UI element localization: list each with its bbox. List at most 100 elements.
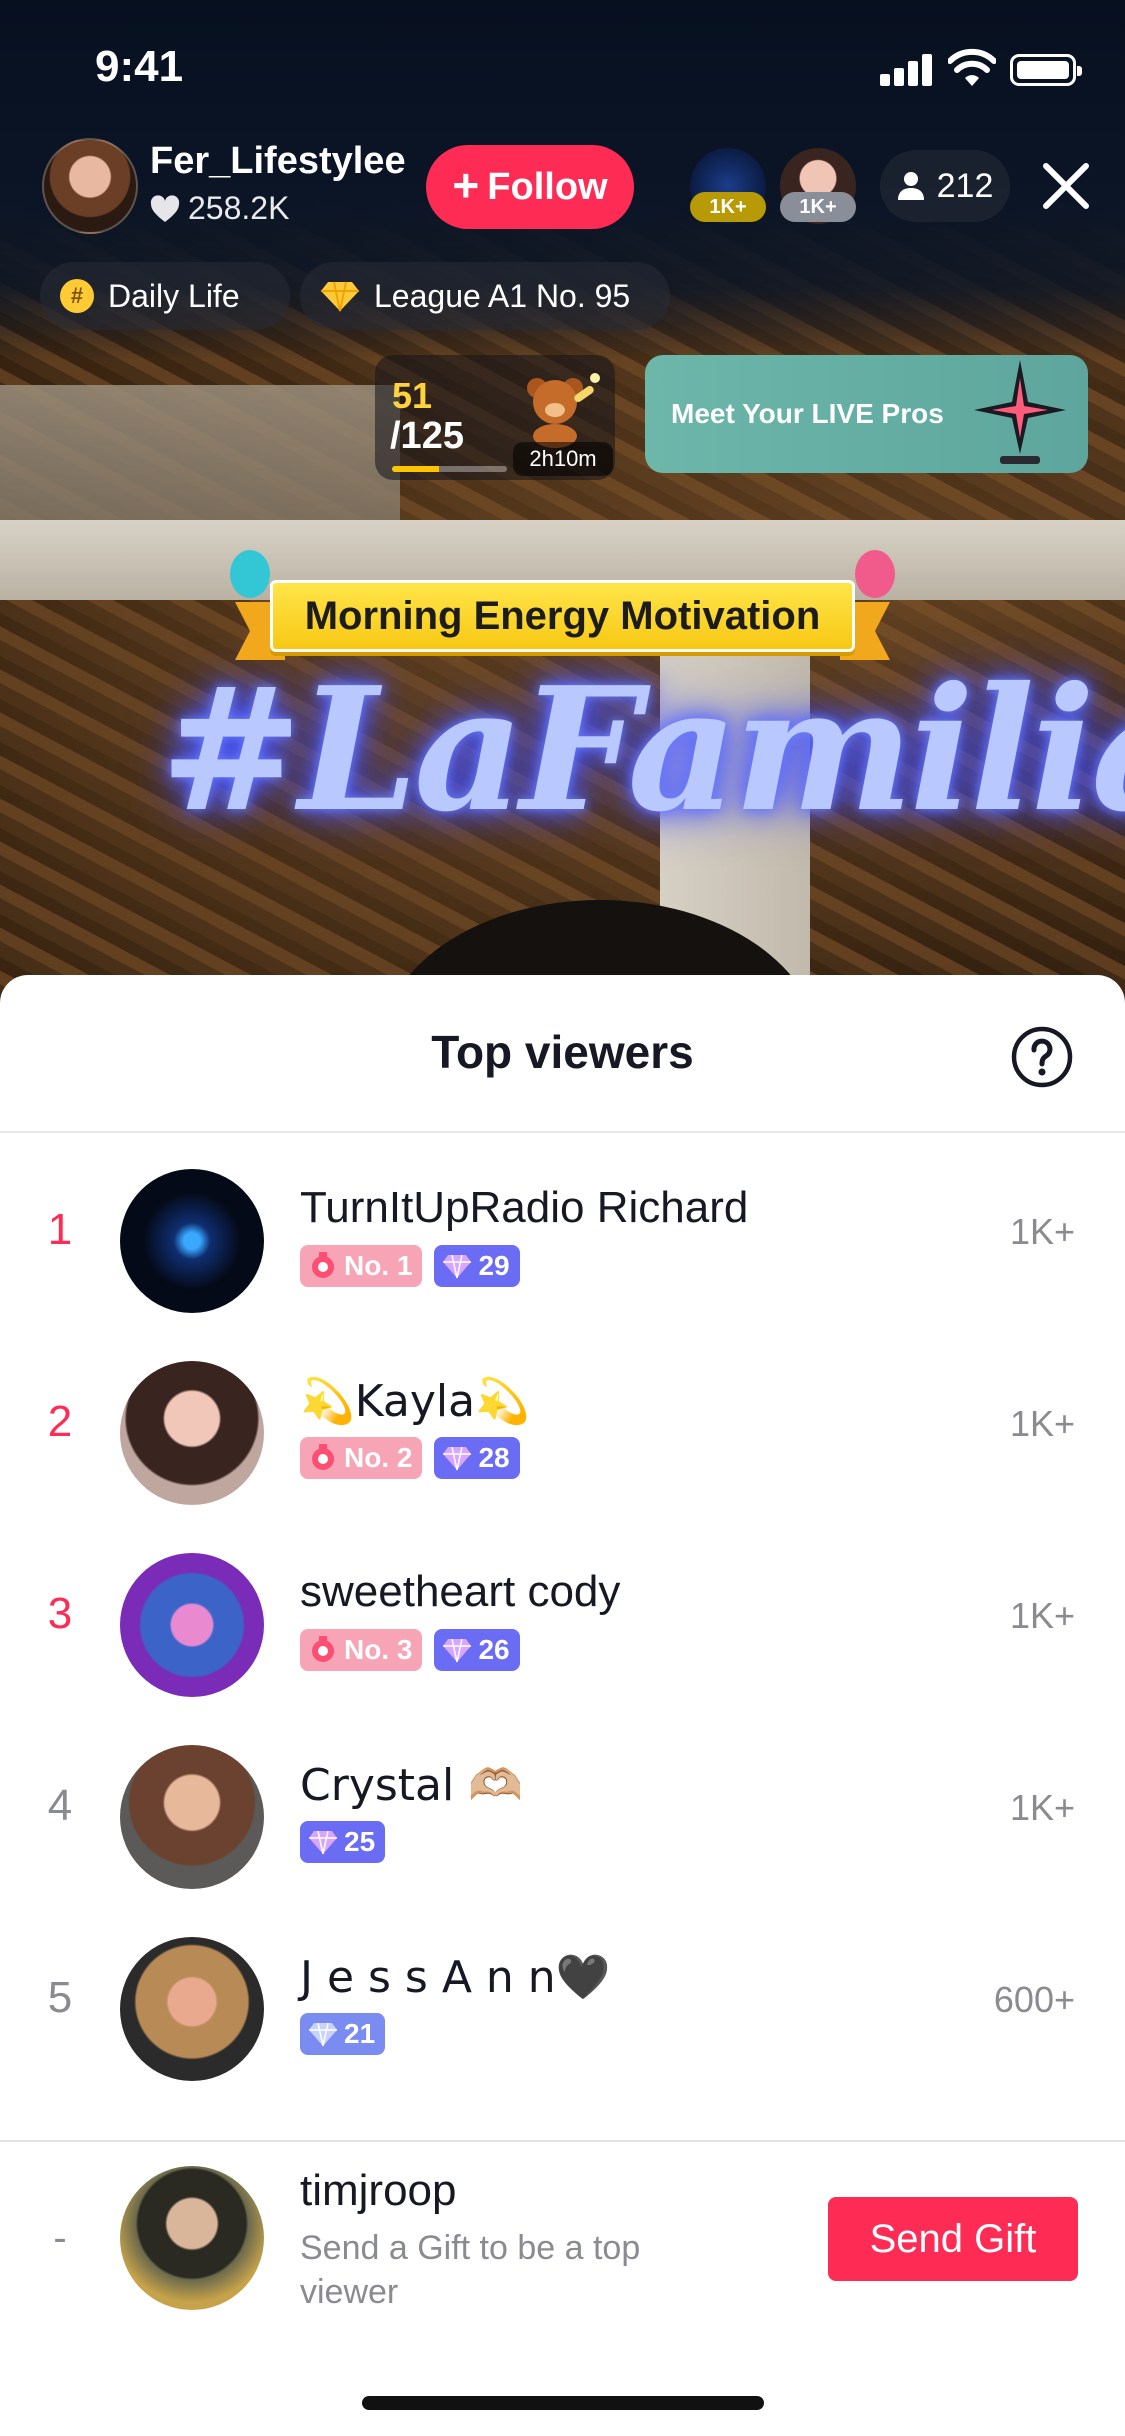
diamond-icon — [321, 281, 359, 312]
level-label: 25 — [344, 1826, 376, 1857]
viewer-name: sweetheart cody — [300, 1567, 621, 1616]
host-likes-count: 258.2K — [188, 190, 290, 226]
heart-icon — [150, 194, 180, 222]
viewer-gift-amount: 1K+ — [1009, 1595, 1075, 1636]
host-avatar[interactable] — [42, 138, 138, 234]
viewer-avatar[interactable] — [120, 1937, 264, 2081]
level-badge: 21 — [300, 2013, 386, 2055]
viewer-rank: 1 — [47, 1205, 73, 1254]
stream-title: Morning Energy Motivation — [270, 580, 855, 652]
top-gifter-badge-1: 1K+ — [690, 192, 766, 222]
goal-current: 51 — [392, 375, 433, 416]
viewer-row[interactable]: 4 Crystal 🫶🏼 25 1K+ — [0, 1721, 1125, 1913]
viewer-row[interactable]: 5 J e s s A n n🖤 21 600+ — [0, 1913, 1125, 2105]
hashtag-icon: # — [60, 279, 94, 313]
medal-icon — [312, 1252, 334, 1278]
medal-icon — [312, 1636, 334, 1662]
level-badge: 28 — [434, 1437, 520, 1479]
category-tag[interactable]: # Daily Life — [40, 262, 290, 330]
cellular-signal-icon — [880, 52, 934, 86]
live-pros-label: Meet Your LIVE Pros — [671, 398, 944, 429]
level-label: 26 — [478, 1634, 510, 1665]
viewer-avatar[interactable] — [120, 1169, 264, 1313]
goal-total: /125 — [390, 415, 464, 457]
viewer-badges: No. 2 28 — [300, 1437, 520, 1479]
teddy-bear-gift-icon — [527, 373, 600, 448]
follow-label: Follow — [487, 165, 608, 208]
diamond-icon — [443, 1638, 472, 1663]
send-gift-button[interactable]: Send Gift — [828, 2197, 1078, 2281]
host-likes: 258.2K — [150, 190, 289, 227]
my-rank-hint: Send a Gift to be a top viewer — [300, 2229, 641, 2311]
rank-badge-label: No. 1 — [344, 1250, 413, 1281]
status-time: 9:41 — [95, 42, 184, 91]
viewer-name: J e s s A n n🖤 — [300, 1952, 611, 2003]
my-name: timjroop — [300, 2166, 457, 2215]
level-badge: 25 — [300, 1821, 386, 1863]
person-icon — [897, 172, 924, 200]
viewer-row[interactable]: 3 sweetheart cody No. 3 26 1K+ — [0, 1529, 1125, 1721]
plus-icon: + — [452, 159, 480, 211]
rank-badge: No. 1 — [300, 1245, 423, 1287]
level-badge: 26 — [434, 1629, 520, 1671]
viewer-name: 💫Kayla💫 — [300, 1376, 530, 1427]
viewer-gift-amount: 1K+ — [1009, 1403, 1075, 1444]
live-screen: #LaFamilia 9:41 Fer_Lifestylee 258.2K + … — [0, 0, 1125, 2436]
league-tag[interactable]: League A1 No. 95 — [300, 262, 670, 330]
viewer-gift-amount: 1K+ — [1009, 1787, 1075, 1828]
rank-badge-label: No. 2 — [344, 1442, 413, 1473]
level-label: 21 — [344, 2018, 376, 2049]
goal-progress-fill — [392, 466, 440, 472]
help-icon[interactable] — [1010, 1025, 1074, 1089]
diamond-icon — [309, 1830, 337, 1855]
diamond-icon — [309, 2022, 337, 2047]
home-indicator[interactable] — [362, 2396, 764, 2410]
viewer-badges: No. 1 29 — [300, 1245, 520, 1287]
viewer-rank: 2 — [47, 1397, 73, 1446]
goal-progress-track — [392, 466, 507, 472]
rank-badge-label: No. 3 — [344, 1634, 413, 1665]
my-ranking-row: - timjroop Send a Gift to be a top viewe… — [0, 2142, 1125, 2342]
league-label: League A1 No. 95 — [374, 277, 631, 314]
viewer-row[interactable]: 2 💫Kayla💫 No. 2 28 1K+ — [0, 1337, 1125, 1529]
viewer-badges: 25 — [300, 1821, 386, 1863]
viewer-avatar[interactable] — [120, 1361, 264, 1505]
host-name[interactable]: Fer_Lifestylee — [150, 140, 406, 183]
viewer-rank: 5 — [47, 1973, 73, 2022]
viewer-count-button[interactable]: 212 — [880, 150, 1010, 222]
viewer-name: Crystal 🫶🏼 — [300, 1760, 523, 1811]
viewer-badges: 21 — [300, 2013, 386, 2055]
diamond-icon — [443, 1254, 472, 1279]
level-label: 28 — [478, 1442, 510, 1473]
rank-badge: No. 2 — [300, 1437, 423, 1479]
divider — [0, 1131, 1125, 1133]
star-trophy-icon — [974, 360, 1066, 464]
goal-time-left: 2h10m — [513, 442, 613, 476]
viewer-avatar[interactable] — [120, 1745, 264, 1889]
viewer-name: TurnItUpRadio Richard — [300, 1183, 749, 1232]
viewer-avatar[interactable] — [120, 1553, 264, 1697]
medal-icon — [312, 1444, 334, 1470]
viewer-rank: 4 — [47, 1781, 73, 1830]
top-gifter-badge-2: 1K+ — [780, 192, 856, 222]
viewer-rank: 3 — [47, 1589, 73, 1638]
sheet-title: Top viewers — [431, 1026, 694, 1078]
close-icon[interactable] — [1040, 160, 1092, 212]
my-avatar[interactable] — [120, 2166, 264, 2310]
battery-icon — [1010, 54, 1082, 86]
viewer-count: 212 — [936, 166, 994, 205]
viewer-badges: No. 3 26 — [300, 1629, 520, 1671]
diamond-icon — [443, 1446, 472, 1471]
viewer-gift-amount: 1K+ — [1009, 1211, 1075, 1252]
level-label: 29 — [478, 1250, 510, 1281]
viewer-gift-amount: 600+ — [993, 1979, 1075, 2020]
viewer-row[interactable]: 1 TurnItUpRadio Richard No. 1 29 1K+ — [0, 1145, 1125, 1337]
follow-button[interactable]: + Follow — [426, 145, 634, 229]
balloon-icon — [230, 550, 270, 598]
neon-sign: #LaFamilia — [160, 650, 1125, 850]
level-badge: 29 — [434, 1245, 520, 1287]
stream-title-ribbon: Morning Energy Motivation — [230, 550, 895, 665]
my-rank: - — [53, 2216, 67, 2260]
wifi-icon — [948, 48, 996, 86]
category-label: Daily Life — [108, 277, 240, 314]
